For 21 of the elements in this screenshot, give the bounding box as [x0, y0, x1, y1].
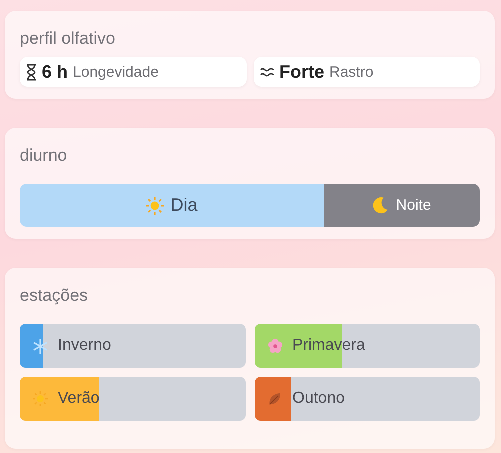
night-segment[interactable]: Noite	[324, 184, 480, 227]
section-title: perfil olfativo	[20, 29, 116, 49]
sun-icon	[33, 391, 48, 407]
stat-label: Rastro	[330, 64, 374, 80]
section-title: estações	[20, 286, 90, 306]
snowflake-icon	[33, 338, 48, 354]
season-label: Inverno	[58, 337, 112, 355]
flower-icon	[268, 338, 282, 354]
season-label: Outono	[292, 390, 345, 408]
segment-label: Noite	[396, 197, 432, 214]
stat-value: Forte	[280, 62, 324, 82]
segment-label: Dia	[170, 195, 198, 216]
moon-icon	[372, 197, 390, 214]
stat-value: 6 h	[42, 62, 68, 82]
stat-label: Longevidade	[73, 64, 159, 80]
section-title: diurno	[20, 146, 68, 166]
hourglass-icon	[26, 64, 37, 80]
sun-icon	[146, 196, 164, 214]
leaf-icon	[268, 391, 282, 407]
waves-icon	[260, 67, 274, 77]
day-segment[interactable]: Dia	[20, 184, 324, 227]
